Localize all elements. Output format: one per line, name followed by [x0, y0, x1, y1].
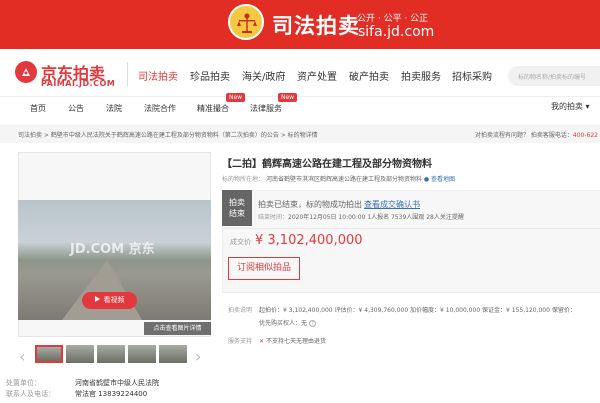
deal-price-label: 成交价	[230, 238, 251, 246]
thumbnail[interactable]	[97, 345, 125, 363]
support-text: 对拍卖流程有问题？ 拍卖客服电话：	[475, 132, 573, 139]
thumbnail[interactable]	[159, 345, 187, 363]
road-shape	[62, 260, 142, 320]
nav-asset-disposal[interactable]: 资产处置	[297, 68, 337, 83]
nav-bankruptcy-auction[interactable]: 破产拍卖	[349, 68, 389, 83]
support-contact: 对拍卖流程有问题？ 拍卖客服电话：400-622	[475, 130, 598, 139]
thumbnail[interactable]	[66, 345, 94, 363]
view-images-button[interactable]: 点击查看图片详情	[144, 322, 211, 335]
nav-judicial-auction[interactable]: 司法拍卖	[138, 68, 178, 83]
logo-divider	[127, 62, 128, 86]
search-input[interactable]: 标的物名称/拍卖标的编号	[508, 66, 600, 86]
contact-value: 常法官 13839224400	[75, 390, 148, 398]
banner-url: sifa.jd.com	[358, 24, 435, 40]
subnav-legal-service[interactable]: 法律服务	[250, 103, 282, 114]
breadcrumb[interactable]: 司法拍卖 > 鹤壁市中级人民法院关于鹤辉高速公路在建工程及部分物资物料（第二次拍…	[18, 130, 318, 139]
prev-arrow-icon[interactable]: ‹	[19, 347, 25, 366]
params-row-1: 起拍价：¥ 3,102,400,000 评估价：¥ 4,309,760,000 …	[259, 307, 576, 314]
new-badge: New	[278, 93, 298, 102]
subnav-precise-match[interactable]: 精准撮合	[197, 103, 229, 114]
auction-result-text: 拍卖已结束，标的物成功拍出	[258, 200, 362, 209]
location-label: 标的物所在地：	[222, 176, 265, 183]
subnav-notice[interactable]: 公告	[68, 103, 84, 114]
banner-title: 司法拍卖	[272, 14, 360, 38]
location-value: 河南省鹤壁市淇滨区鹤辉高速公路在建工程及部分物资物料	[265, 176, 422, 183]
view-map-link[interactable]: ● 查看地图	[424, 176, 455, 183]
subnav-court[interactable]: 法院	[106, 103, 122, 114]
nav-tender-procurement[interactable]: 招标采购	[452, 68, 492, 83]
disposal-unit-value: 河南省鹤壁市中级人民法院	[75, 379, 159, 387]
service-label: 服务支持	[228, 338, 253, 345]
image-watermark: JD.COM 京东	[70, 242, 155, 257]
new-badge: New	[226, 93, 246, 102]
disposal-unit-label: 处置单位：	[6, 379, 41, 387]
play-icon	[94, 296, 100, 302]
end-time-value: 2020年12月05日 10:00:00 1人报名 7539人围观 28人关注提…	[288, 214, 464, 221]
subnav-court-coop[interactable]: 法院合作	[144, 103, 176, 114]
deal-price: ¥ 3,102,400,000	[255, 233, 363, 248]
confirmation-link[interactable]: 查看成交确认书	[364, 199, 420, 210]
thumbnail[interactable]	[128, 345, 156, 363]
support-phone[interactable]: 400-622	[573, 132, 598, 139]
service-text: 不支持七天无理由退货	[265, 338, 326, 345]
status-line-1: 拍卖	[229, 198, 245, 207]
divider	[222, 228, 600, 229]
play-video-button[interactable]: 看视频	[82, 292, 137, 309]
params-label: 拍卖说明	[228, 307, 253, 314]
nav-treasure-auction[interactable]: 珍品拍卖	[190, 68, 230, 83]
banner-slogan: 公开 · 公平 · 公正	[357, 14, 429, 24]
my-auction-menu[interactable]: 我的拍卖 ▾	[551, 101, 590, 112]
contact-label: 联系人及电话：	[6, 390, 55, 398]
play-video-label: 看视频	[103, 296, 125, 304]
service-value: ✕ 不支持七天无理由退货	[259, 336, 326, 345]
help-icon[interactable]: ?	[308, 320, 316, 327]
subnav-home[interactable]: 首页	[30, 103, 46, 114]
status-line-2: 结束	[229, 209, 245, 218]
auction-stats: 结束时间：2020年12月05日 10:00:00 1人报名 7539人围观 2…	[258, 212, 464, 221]
jd-logo-icon[interactable]	[15, 61, 37, 83]
nav-customs-gov[interactable]: 海关/政府	[242, 68, 285, 83]
top-banner: 司法拍卖 公开 · 公平 · 公正 sifa.jd.com	[0, 0, 600, 49]
nav-auction-service[interactable]: 拍卖服务	[401, 68, 441, 83]
close-icon: ✕	[259, 338, 265, 345]
item-title: 【二拍】鹤辉高速公路在建工程及部分物资物料	[222, 159, 432, 170]
subscribe-similar-button[interactable]: 订阅相似拍品	[228, 257, 300, 280]
params-row-2: 优先购买权人：无 ?	[259, 318, 316, 327]
priority-buyer: 优先购买权人：无	[259, 320, 308, 327]
next-arrow-icon[interactable]: ›	[195, 347, 201, 366]
thumbnail[interactable]	[35, 345, 63, 363]
logo-url: PAIMAI.JD.COM	[41, 79, 116, 88]
end-time-label: 结束时间：	[258, 214, 289, 221]
court-emblem-icon	[228, 4, 264, 40]
status-badge: 拍卖 结束	[222, 190, 252, 226]
item-location: 标的物所在地： 河南省鹤壁市淇滨区鹤辉高速公路在建工程及部分物资物料 ● 查看地…	[222, 174, 455, 183]
